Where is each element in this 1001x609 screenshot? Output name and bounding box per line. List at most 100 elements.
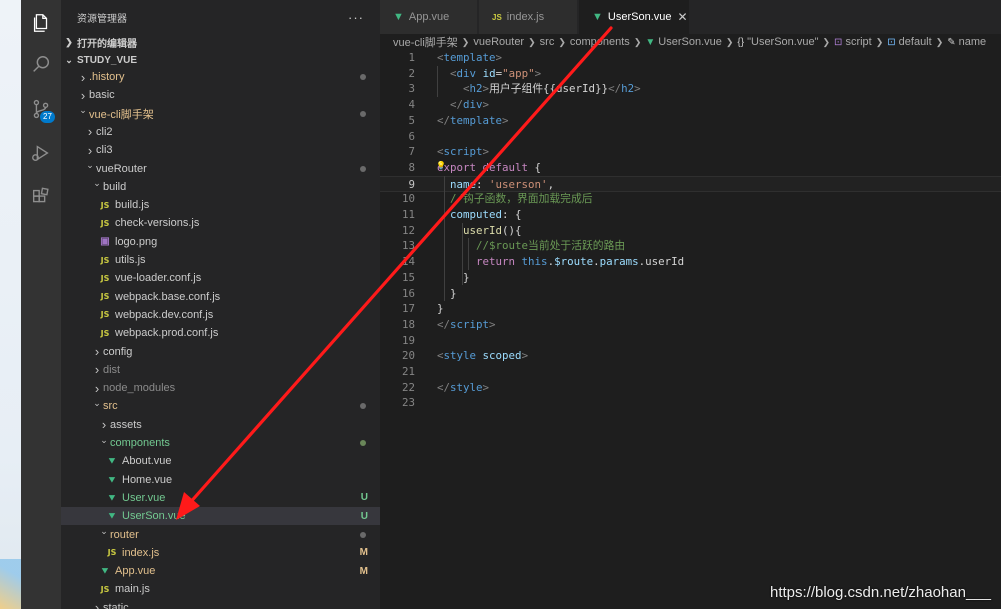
- tree-item-label: build.js: [115, 199, 150, 212]
- chevron-right-icon: ›: [80, 87, 86, 103]
- code-text: <h2>用户子组件{{userId}}</h2>: [437, 81, 641, 97]
- code-line: 7 <script>: [380, 144, 1001, 160]
- files-icon[interactable]: [21, 3, 61, 43]
- code-token: : {: [502, 208, 522, 221]
- tree-folder[interactable]: ⌄ components: [61, 434, 380, 452]
- tree-file[interactable]: JS build.js: [61, 196, 380, 214]
- current-code-line: 9 name: 'userson',: [380, 175, 1001, 192]
- tree-folder[interactable]: › node_modules: [61, 379, 380, 397]
- close-icon[interactable]: ✕: [677, 10, 687, 24]
- line-number: 5: [408, 113, 415, 127]
- tree-file[interactable]: JS vue-loader.conf.js: [61, 269, 380, 287]
- indent-guide: [462, 222, 463, 286]
- more-actions-icon[interactable]: ···: [348, 10, 364, 25]
- breadcrumb-item[interactable]: src: [540, 36, 555, 48]
- tree-file[interactable]: ▼ About.vue: [61, 452, 380, 470]
- code-text: return this.$route.params.userId: [437, 254, 684, 270]
- tree-file[interactable]: JS index.js M: [61, 544, 380, 562]
- tree-item-label: User.vue: [122, 491, 166, 504]
- tree-file[interactable]: ▼ User.vue U: [61, 489, 380, 507]
- tree-file[interactable]: JS webpack.base.conf.js: [61, 288, 380, 306]
- tree-folder[interactable]: › .history: [61, 68, 380, 86]
- code-token: //$route当前处于活跃的路由: [476, 239, 626, 253]
- code-line: 21: [380, 364, 1001, 380]
- code-token: ,: [547, 177, 555, 191]
- git-status-badge: M: [359, 547, 368, 559]
- chevron-down-icon: ⌄: [100, 526, 108, 536]
- tree-file[interactable]: JS check-versions.js: [61, 214, 380, 232]
- breadcrumb-item[interactable]: ✎ name: [947, 36, 986, 48]
- tree-item-label: components: [110, 437, 170, 449]
- tree-folder[interactable]: ⌄ vue-cli脚手架: [61, 105, 380, 123]
- tree-file[interactable]: ▼ App.vue M: [61, 562, 380, 580]
- breadcrumb-item[interactable]: ▼ UserSon.vue: [645, 36, 722, 48]
- breadcrumb-item[interactable]: components: [570, 36, 630, 48]
- tree-item-label: src: [103, 400, 118, 413]
- tree-item-label: static: [103, 601, 129, 609]
- tree-file[interactable]: JS main.js: [61, 580, 380, 598]
- git-status-badge: U: [360, 492, 368, 504]
- breadcrumb-item[interactable]: ⊡ default: [887, 36, 931, 48]
- code-token: id: [482, 66, 496, 80]
- line-number: 12: [401, 223, 415, 237]
- run-debug-icon[interactable]: [21, 133, 61, 173]
- tab-index-js[interactable]: JS index.js: [479, 0, 578, 34]
- tree-item-label: vueRouter: [96, 162, 147, 175]
- chevron-down-icon: ⌄: [100, 434, 108, 445]
- vue-file-icon: ▼: [592, 11, 603, 23]
- tree-item-label: cli3: [96, 144, 113, 157]
- code-text: </div>: [437, 97, 489, 113]
- breadcrumb-item[interactable]: ⊡ script: [834, 36, 872, 48]
- line-number: 20: [401, 349, 415, 363]
- explorer-header: 资源管理器 ···: [61, 0, 380, 34]
- code-token: >: [482, 380, 490, 394]
- tree-folder[interactable]: ⌄ build: [61, 178, 380, 196]
- code-token: (){: [502, 223, 522, 237]
- tree-folder[interactable]: › cli2: [61, 123, 380, 141]
- tree-file[interactable]: ▼ Home.vue: [61, 471, 380, 489]
- breadcrumb-item[interactable]: vueRouter: [473, 36, 524, 48]
- editor-area: ▼ App.vue JS index.js ▼ UserSon.vue ✕ vue-cli脚…: [380, 0, 1001, 609]
- chevron-right-icon: ›: [94, 380, 100, 396]
- breadcrumb-item[interactable]: vue-cli脚手架: [393, 34, 458, 50]
- indent-guide: [468, 238, 469, 270]
- git-status-badge: U: [360, 510, 368, 522]
- vue-file-icon: ▼: [106, 456, 118, 467]
- code-token: >: [534, 66, 542, 80]
- code-token: </: [437, 113, 451, 127]
- tree-folder[interactable]: › config: [61, 343, 380, 361]
- tree-folder[interactable]: ⌄ router: [61, 526, 380, 544]
- tree-folder[interactable]: › assets: [61, 416, 380, 434]
- tree-folder[interactable]: ⌄ vueRouter: [61, 160, 380, 178]
- tab-app-vue[interactable]: ▼ App.vue: [380, 0, 478, 34]
- vue-file-icon: ▼: [99, 565, 111, 577]
- tree-folder[interactable]: › dist: [61, 361, 380, 379]
- git-status-dot: [360, 531, 366, 538]
- extensions-icon[interactable]: [21, 177, 61, 217]
- code-token: div: [463, 98, 483, 112]
- tree-file[interactable]: ▣ logo.png: [61, 233, 380, 251]
- source-control-icon[interactable]: 27: [21, 89, 61, 129]
- line-number: 8: [408, 160, 415, 174]
- tab-userson-vue[interactable]: ▼ UserSon.vue ✕: [579, 0, 690, 34]
- tree-folder[interactable]: › cli3: [61, 141, 380, 159]
- tree-file[interactable]: JS webpack.prod.conf.js: [61, 324, 380, 342]
- workspace-section[interactable]: ⌄ STUDY_VUE: [61, 51, 380, 69]
- code-token: this: [521, 255, 548, 269]
- tree-file[interactable]: ▼ UserSon.vue U: [61, 507, 380, 526]
- open-editors-section[interactable]: ❯ 打开的编辑器: [61, 33, 380, 51]
- tree-folder[interactable]: ⌄ src: [61, 397, 380, 415]
- tree-file[interactable]: JS utils.js: [61, 251, 380, 269]
- lightbulb-icon[interactable]: 💡: [436, 161, 446, 170]
- code-line: 23: [380, 395, 1001, 411]
- tree-item-label: UserSon.vue: [122, 510, 186, 523]
- tree-folder[interactable]: › static: [61, 599, 380, 609]
- breadcrumb-item[interactable]: {} "UserSon.vue": [737, 36, 818, 48]
- code-line: 12 userId(){: [380, 223, 1001, 239]
- code-text: userId(){: [437, 223, 522, 239]
- tree-file[interactable]: JS webpack.dev.conf.js: [61, 306, 380, 324]
- search-icon[interactable]: [21, 45, 61, 85]
- tree-folder[interactable]: › basic: [61, 86, 380, 104]
- tree-item-label: About.vue: [122, 455, 172, 468]
